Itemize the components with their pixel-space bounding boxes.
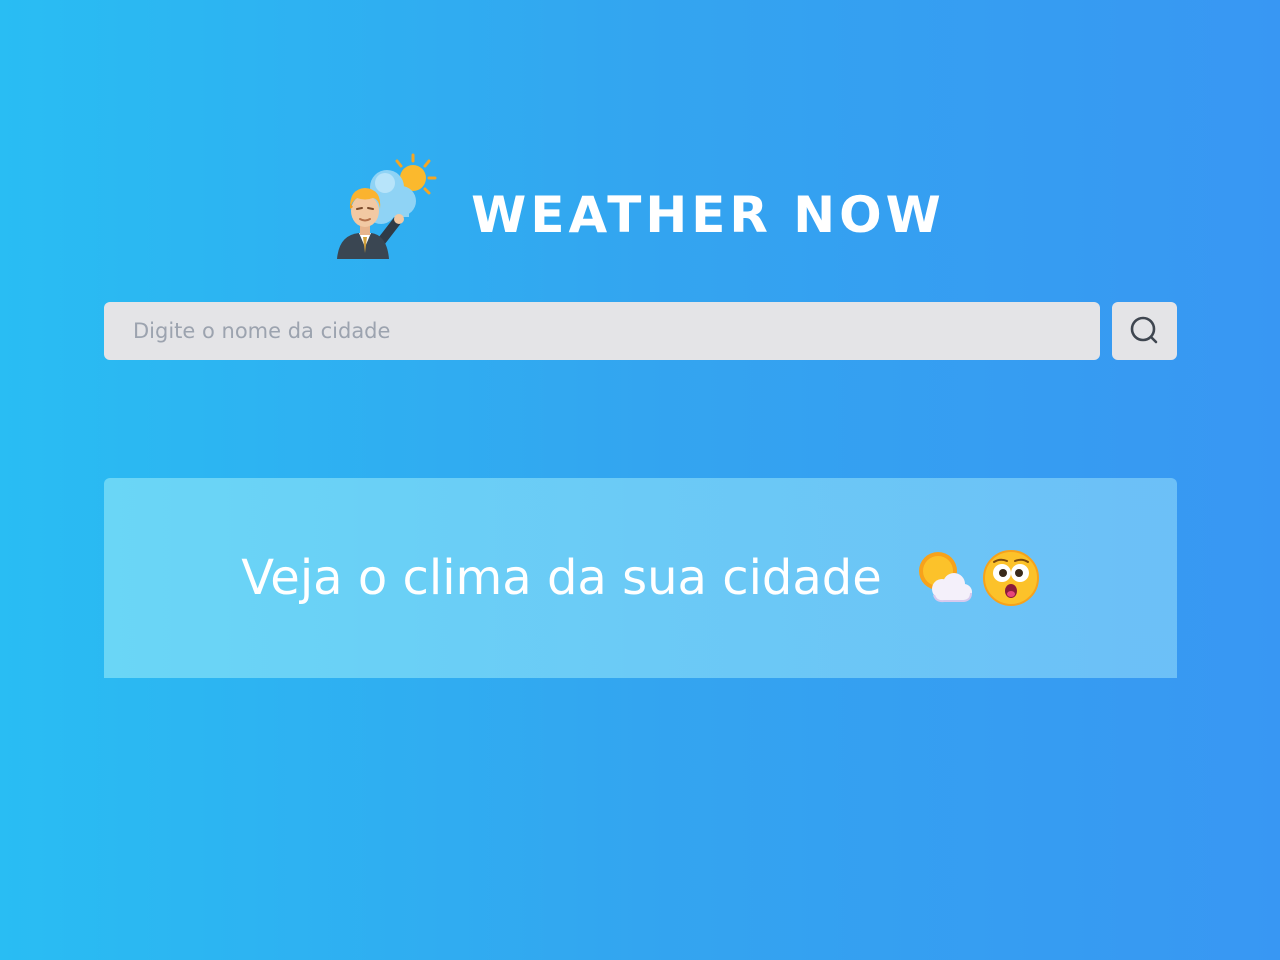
sun-behind-cloud-icon bbox=[918, 552, 972, 603]
app-header: WEATHER NOW bbox=[0, 150, 1280, 262]
search-icon bbox=[1130, 316, 1157, 344]
weather-presenter-icon bbox=[337, 153, 437, 259]
search-button[interactable] bbox=[1112, 302, 1177, 360]
app-title: WEATHER NOW bbox=[471, 186, 945, 244]
weather-result-panel: Veja o clima da sua cidade bbox=[104, 478, 1177, 678]
panel-message: Veja o clima da sua cidade bbox=[241, 550, 882, 606]
city-search-input[interactable] bbox=[104, 302, 1100, 360]
search-bar bbox=[104, 302, 1177, 360]
astonished-face-icon bbox=[982, 550, 1039, 606]
